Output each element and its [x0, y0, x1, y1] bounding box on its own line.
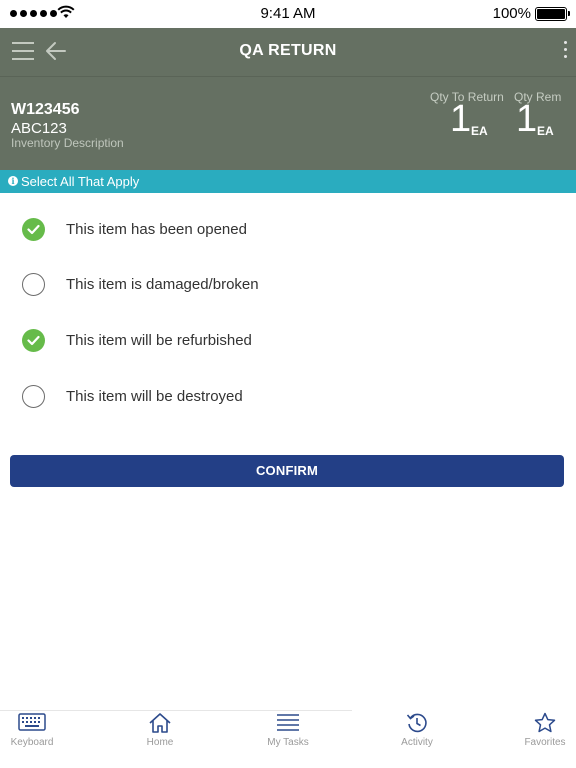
status-time: 9:41 AM	[260, 5, 316, 22]
more-options-icon[interactable]	[564, 41, 568, 58]
option-damaged[interactable]: This item is damaged/broken	[0, 263, 576, 307]
tab-label: Activity	[401, 737, 433, 748]
option-opened[interactable]: This item has been opened	[0, 208, 576, 252]
tab-bar-divider	[0, 710, 352, 711]
option-destroyed[interactable]: This item will be destroyed	[0, 375, 576, 419]
checked-circle-icon[interactable]	[22, 329, 45, 352]
item-description: Inventory Description	[11, 136, 124, 150]
list-icon	[277, 714, 299, 731]
tab-label: Keyboard	[10, 737, 54, 748]
tab-label: Home	[146, 737, 174, 748]
item-code: W123456	[11, 101, 80, 118]
info-icon: i	[8, 176, 18, 186]
item-header: W123456 ABC123 Inventory Description Qty…	[0, 76, 576, 170]
tab-activity[interactable]: Activity	[367, 712, 467, 764]
tab-home[interactable]: Home	[110, 712, 210, 764]
option-label: This item will be destroyed	[66, 388, 243, 405]
page-title: QA RETURN	[239, 42, 337, 59]
info-text: Select All That Apply	[21, 174, 140, 189]
qty-to-return-unit: EA	[471, 124, 488, 138]
history-icon	[406, 713, 427, 733]
unchecked-circle-icon[interactable]	[22, 385, 45, 408]
option-label: This item will be refurbished	[66, 332, 252, 349]
battery-icon	[535, 7, 570, 21]
option-label: This item is damaged/broken	[66, 276, 259, 293]
tab-my-tasks[interactable]: My Tasks	[238, 712, 338, 764]
status-bar: 9:41 AM 100%	[0, 0, 576, 28]
info-bar: i Select All That Apply	[0, 170, 576, 193]
item-sku: ABC123	[11, 120, 67, 137]
battery-percentage: 100%	[492, 5, 531, 22]
confirm-button[interactable]: CONFIRM	[10, 455, 564, 487]
star-icon	[534, 712, 556, 733]
keyboard-icon	[18, 713, 46, 731]
home-icon	[149, 713, 171, 733]
option-refurbished[interactable]: This item will be refurbished	[0, 319, 576, 363]
tab-favorites[interactable]: Favorites	[495, 712, 576, 764]
tab-keyboard[interactable]: Keyboard	[0, 712, 82, 764]
qty-to-return-value: 1	[450, 98, 472, 140]
nav-bar: QA RETURN	[0, 28, 576, 76]
tab-label: Favorites	[524, 737, 566, 748]
qty-rem-unit: EA	[537, 124, 554, 138]
tab-label: My Tasks	[267, 737, 309, 748]
checked-circle-icon[interactable]	[22, 218, 45, 241]
option-label: This item has been opened	[66, 221, 247, 238]
unchecked-circle-icon[interactable]	[22, 273, 45, 296]
qty-rem-value: 1	[516, 98, 538, 140]
